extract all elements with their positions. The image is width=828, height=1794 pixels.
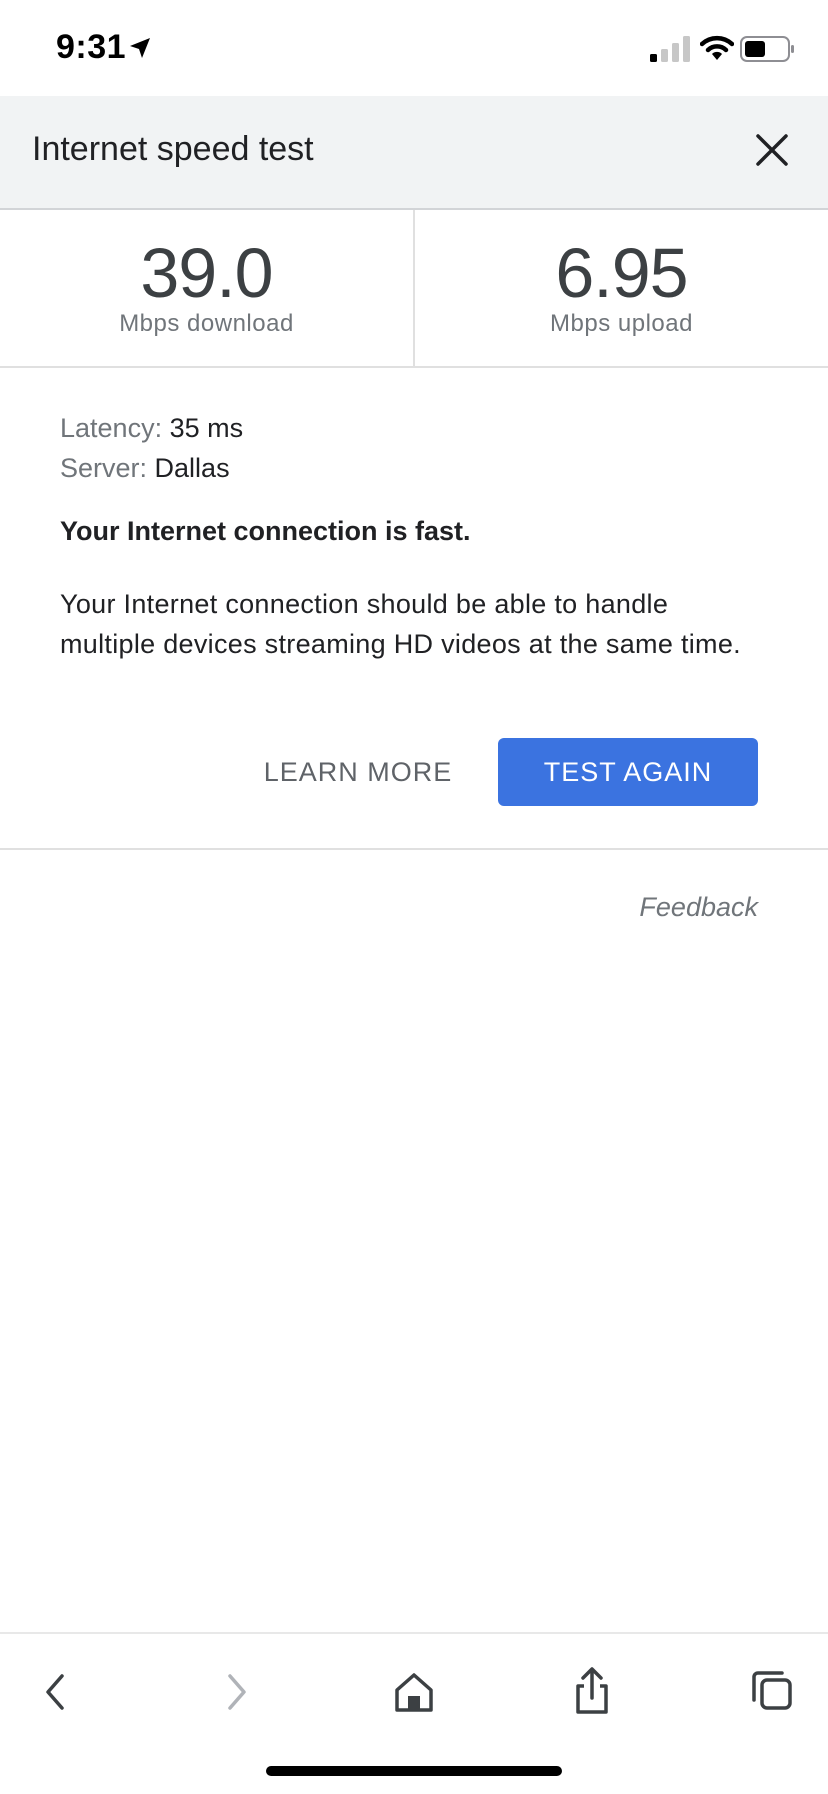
test-details: Latency: 35 ms Server: Dallas bbox=[60, 408, 780, 488]
speed-results: 39.0 Mbps download 6.95 Mbps upload bbox=[0, 210, 828, 368]
home-icon[interactable] bbox=[384, 1662, 444, 1722]
server-label: Server: bbox=[60, 453, 148, 483]
server-value: Dallas bbox=[154, 453, 230, 483]
page-title: Internet speed test bbox=[32, 130, 314, 168]
forward-icon[interactable] bbox=[206, 1662, 266, 1722]
download-result: 39.0 Mbps download bbox=[0, 210, 415, 366]
tabs-icon[interactable] bbox=[742, 1662, 802, 1722]
download-value: 39.0 bbox=[140, 234, 273, 312]
feedback-link[interactable]: Feedback bbox=[639, 892, 758, 923]
speed-verdict: Your Internet connection is fast. bbox=[60, 516, 471, 546]
latency-value: 35 ms bbox=[169, 413, 244, 443]
status-time: 9:31 bbox=[56, 28, 127, 66]
battery-icon bbox=[740, 36, 794, 62]
server-row: Server: Dallas bbox=[60, 448, 780, 488]
test-again-button[interactable]: TEST AGAIN bbox=[498, 738, 758, 806]
learn-more-button[interactable]: LEARN MORE bbox=[258, 738, 458, 806]
upload-value: 6.95 bbox=[555, 234, 688, 312]
upload-label: Mbps upload bbox=[550, 310, 693, 337]
share-icon[interactable] bbox=[562, 1662, 622, 1722]
location-arrow-icon bbox=[130, 38, 150, 58]
speed-description: Your Internet connection should be able … bbox=[60, 589, 741, 659]
status-bar: 9:31 bbox=[0, 0, 828, 96]
home-indicator bbox=[266, 1766, 562, 1776]
wifi-icon bbox=[700, 35, 734, 60]
cellular-signal-icon bbox=[650, 36, 690, 62]
latency-label: Latency: bbox=[60, 413, 163, 443]
download-label: Mbps download bbox=[119, 310, 294, 337]
page-header: Internet speed test bbox=[0, 96, 828, 210]
latency-row: Latency: 35 ms bbox=[60, 408, 780, 448]
back-icon[interactable] bbox=[26, 1662, 86, 1722]
upload-result: 6.95 Mbps upload bbox=[415, 210, 828, 366]
divider bbox=[0, 848, 828, 850]
close-icon[interactable] bbox=[746, 124, 798, 176]
